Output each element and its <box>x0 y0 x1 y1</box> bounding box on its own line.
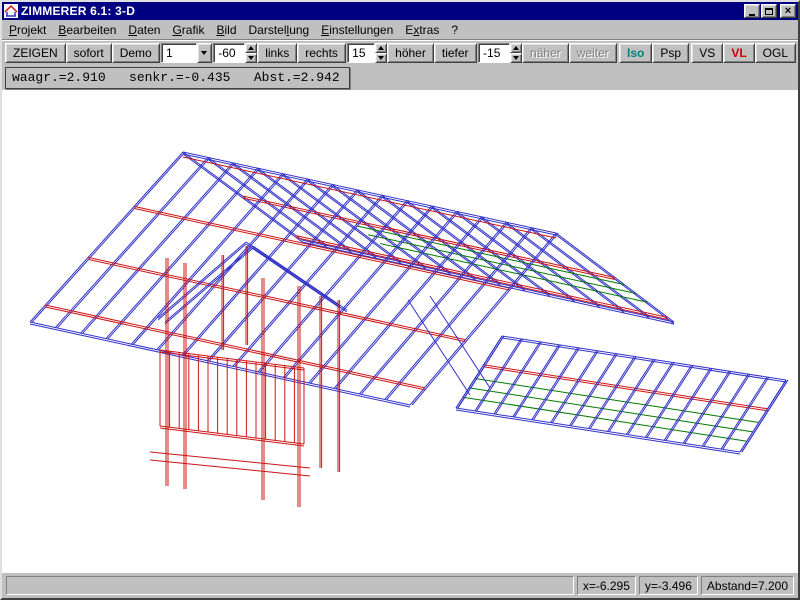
wireframe-drawing <box>2 90 798 572</box>
naeher-button: näher <box>522 43 569 63</box>
app-icon[interactable] <box>4 4 18 18</box>
rotation-spinner[interactable]: -60 <box>213 43 257 63</box>
chevron-down-icon[interactable] <box>197 43 212 63</box>
hoeher-button[interactable]: höher <box>387 43 434 63</box>
menubar: ProjektBearbeitenDatenGrafikBildDarstell… <box>2 20 798 40</box>
arrow-up-icon <box>378 46 384 50</box>
weiter-button: weiter <box>569 43 617 63</box>
links-button[interactable]: links <box>257 43 297 63</box>
tilt-spinner[interactable]: 15 <box>347 43 387 63</box>
arrow-up-icon <box>248 46 254 50</box>
wireframe-geometry <box>30 152 788 507</box>
menu-item-einstellungen[interactable]: Einstellungen <box>315 21 399 39</box>
close-button[interactable]: × <box>780 4 796 18</box>
distance-spinner-buttons <box>510 43 522 63</box>
minimize-icon <box>749 14 755 16</box>
arrow-down-icon <box>248 56 254 60</box>
rechts-button[interactable]: rechts <box>297 43 346 63</box>
arrow-up-icon <box>513 46 519 50</box>
window-title: ZIMMERER 6.1: 3-D <box>21 4 744 18</box>
view-combobox-value[interactable]: 1 <box>161 43 197 63</box>
rotation-spinner-value[interactable]: -60 <box>213 43 245 63</box>
minimize-button[interactable] <box>744 4 760 18</box>
zeigen-button[interactable]: ZEIGEN <box>5 43 66 63</box>
tilt-spin-up-button[interactable] <box>375 43 387 53</box>
measurement-readout: waagr.=2.910 senkr.=-0.435 Abst.=2.942 <box>5 67 350 89</box>
menu-item-extras[interactable]: Extras <box>399 21 445 39</box>
drawing-canvas[interactable] <box>2 90 798 572</box>
menu-item-bearbeiten[interactable]: Bearbeiten <box>52 21 122 39</box>
rotation-spin-up-button[interactable] <box>245 43 257 53</box>
menu-item-help[interactable]: ? <box>445 21 464 39</box>
ogl-button[interactable]: OGL <box>755 43 796 63</box>
iso-button[interactable]: Iso <box>619 43 652 63</box>
distance-spin-down-button[interactable] <box>510 53 522 63</box>
status-x-coordinate: x=-6.295 <box>577 576 636 595</box>
sofort-button[interactable]: sofort <box>66 43 112 63</box>
tilt-spin-down-button[interactable] <box>375 53 387 63</box>
view-combobox[interactable]: 1 <box>161 43 212 63</box>
rotation-spin-down-button[interactable] <box>245 53 257 63</box>
demo-button[interactable]: Demo <box>112 43 160 63</box>
maximize-button[interactable] <box>761 4 777 18</box>
vs-button[interactable]: VS <box>691 43 723 63</box>
toolbar: ZEIGENsofortDemo1 -60 linksrechts15 höherti… <box>2 40 798 66</box>
menu-item-bild[interactable]: Bild <box>210 21 242 39</box>
status-abstand: Abstand=7.200 <box>701 576 794 595</box>
menu-item-daten[interactable]: Daten <box>122 21 166 39</box>
distance-spinner-value[interactable]: -15 <box>478 43 510 63</box>
tiefer-button[interactable]: tiefer <box>434 43 477 63</box>
tilt-spinner-value[interactable]: 15 <box>347 43 375 63</box>
menu-item-darstellung[interactable]: Darstellung <box>243 21 316 39</box>
maximize-icon <box>765 8 773 15</box>
dropdown-arrow-icon <box>201 51 207 55</box>
vl-button[interactable]: VL <box>723 43 754 63</box>
titlebar-controls: × <box>744 4 796 18</box>
psp-button[interactable]: Psp <box>652 43 689 63</box>
titlebar: ZIMMERER 6.1: 3-D × <box>2 2 798 20</box>
arrow-down-icon <box>378 56 384 60</box>
status-y-coordinate: y=-3.496 <box>639 576 698 595</box>
tilt-spinner-buttons <box>375 43 387 63</box>
distance-spinner[interactable]: -15 <box>478 43 522 63</box>
statusbar: x=-6.295 y=-3.496 Abstand=7.200 <box>2 572 798 598</box>
app-window: ZIMMERER 6.1: 3-D × ProjektBearbeitenDat… <box>0 0 800 600</box>
statusbar-message-area <box>6 576 574 595</box>
menu-item-grafik[interactable]: Grafik <box>166 21 210 39</box>
info-row: waagr.=2.910 senkr.=-0.435 Abst.=2.942 <box>2 66 798 90</box>
rotation-spinner-buttons <box>245 43 257 63</box>
arrow-down-icon <box>513 56 519 60</box>
menu-item-projekt[interactable]: Projekt <box>3 21 52 39</box>
distance-spin-up-button[interactable] <box>510 43 522 53</box>
